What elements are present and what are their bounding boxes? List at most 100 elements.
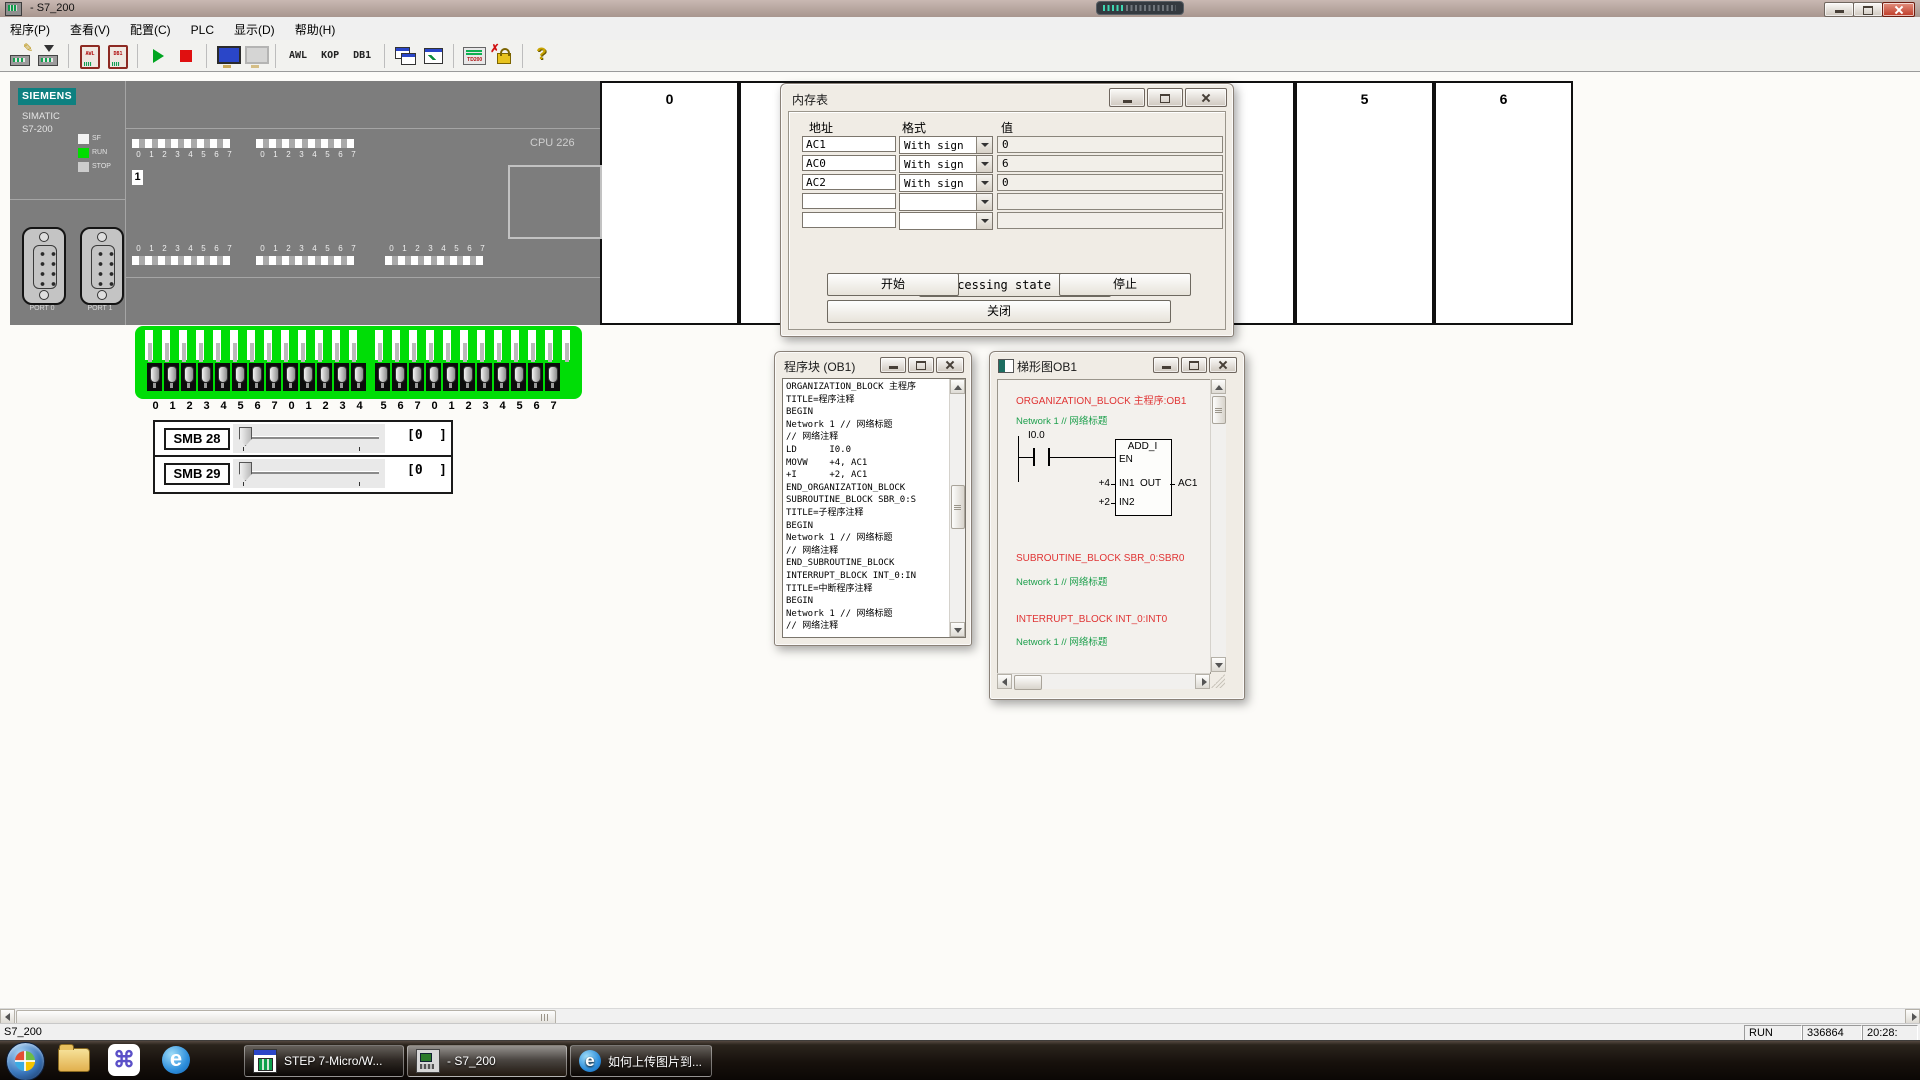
close-dialog-button[interactable]: 关闭 [827, 300, 1171, 323]
input-switch[interactable] [375, 363, 390, 391]
start-button[interactable] [6, 1042, 45, 1080]
scroll-right-icon[interactable] [1195, 674, 1210, 689]
restore-button[interactable] [908, 357, 934, 373]
format-select[interactable] [899, 212, 993, 230]
scroll-down-icon[interactable] [1211, 657, 1226, 672]
smb-slider[interactable] [233, 459, 385, 488]
address-input[interactable] [802, 155, 896, 171]
menu-item[interactable]: 显示(D) [224, 17, 285, 40]
taskbar-button-step7[interactable]: STEP 7-Micro/W... [244, 1045, 404, 1077]
scroll-up-icon[interactable] [950, 379, 965, 394]
stop-button[interactable] [173, 43, 199, 69]
address-input[interactable] [802, 212, 896, 228]
input-switch[interactable] [215, 363, 230, 391]
input-switch[interactable] [164, 363, 179, 391]
internet-explorer-icon[interactable]: e [162, 1046, 190, 1074]
scroll-thumb[interactable] [951, 485, 965, 529]
smb-slider[interactable] [233, 424, 385, 453]
input-switch[interactable] [334, 363, 349, 391]
vertical-scrollbar[interactable] [1210, 379, 1226, 672]
restore-button[interactable] [1147, 88, 1183, 107]
format-select[interactable] [899, 193, 993, 211]
unlock-button[interactable]: ✗ [489, 43, 515, 69]
slider-thumb[interactable] [239, 427, 252, 446]
program-text-area[interactable]: ORGANIZATION_BLOCK 主程序TITLE=程序注释BEGINNet… [782, 378, 966, 638]
scroll-thumb[interactable] [1014, 675, 1042, 690]
input-switch[interactable] [545, 363, 560, 391]
monitor-on-button[interactable] [214, 43, 240, 69]
input-switch[interactable] [494, 363, 509, 391]
dropdown-arrow-icon[interactable] [976, 156, 992, 172]
input-switch[interactable] [300, 363, 315, 391]
maximize-button[interactable] [1853, 2, 1883, 17]
format-select[interactable]: With sign [899, 155, 993, 173]
input-switch[interactable] [198, 363, 213, 391]
app-titlebar[interactable]: - S7_200 [0, 0, 1920, 18]
input-switch[interactable] [147, 363, 162, 391]
minimize-button[interactable] [1153, 357, 1179, 373]
vertical-scrollbar[interactable] [949, 379, 965, 637]
input-switch[interactable] [426, 363, 441, 391]
horizontal-scrollbar[interactable] [997, 673, 1210, 689]
menu-item[interactable]: 查看(V) [60, 17, 120, 40]
menu-item[interactable]: 帮助(H) [285, 17, 346, 40]
app-horizontal-scrollbar[interactable] [0, 1008, 1920, 1024]
help-button[interactable]: ? [530, 43, 556, 69]
scroll-left-icon[interactable] [997, 674, 1012, 689]
explorer-icon[interactable] [58, 1048, 90, 1072]
input-switch[interactable] [528, 363, 543, 391]
restore-button[interactable] [1181, 357, 1207, 373]
taskbar-button-s7200[interactable]: - S7_200 [407, 1045, 567, 1077]
input-switch[interactable] [181, 363, 196, 391]
input-switch[interactable] [232, 363, 247, 391]
db1-view-button[interactable]: DB1 [346, 46, 378, 65]
minimize-button[interactable] [1109, 88, 1145, 107]
load-db1-button[interactable]: DB1 [104, 43, 130, 69]
slider-thumb[interactable] [239, 462, 252, 481]
kop-view-button[interactable]: KOP [314, 46, 346, 65]
input-switch[interactable] [317, 363, 332, 391]
awl-view-button[interactable]: AWL [282, 46, 314, 65]
dropdown-arrow-icon[interactable] [976, 175, 992, 191]
edit-program-button[interactable]: ✎ [7, 43, 33, 69]
download-program-button[interactable] [35, 43, 61, 69]
format-select[interactable]: With sign [899, 136, 993, 154]
input-switch[interactable] [443, 363, 458, 391]
input-switch[interactable] [511, 363, 526, 391]
state-chart-button[interactable] [420, 43, 446, 69]
minimize-button[interactable] [1824, 2, 1854, 17]
scroll-left-icon[interactable] [0, 1009, 15, 1024]
dropdown-arrow-icon[interactable] [976, 194, 992, 210]
resize-grip[interactable] [1211, 674, 1225, 688]
run-button[interactable] [145, 43, 171, 69]
td200-button[interactable]: TD200 [461, 43, 487, 69]
scroll-down-icon[interactable] [950, 622, 965, 637]
load-awl-button[interactable]: AWL [76, 43, 102, 69]
dropdown-arrow-icon[interactable] [976, 213, 992, 229]
stop-button[interactable]: 停止 [1059, 273, 1191, 296]
input-switch[interactable] [249, 363, 264, 391]
menu-item[interactable]: 程序(P) [0, 17, 60, 40]
close-button[interactable] [1185, 88, 1227, 107]
input-switch[interactable] [409, 363, 424, 391]
app-knot-icon[interactable]: ⌘ [108, 1044, 140, 1076]
menu-item[interactable]: PLC [181, 19, 224, 42]
close-button[interactable] [1209, 357, 1237, 373]
menu-item[interactable]: 配置(C) [120, 17, 181, 40]
input-switch[interactable] [266, 363, 281, 391]
input-switch[interactable] [477, 363, 492, 391]
address-input[interactable] [802, 174, 896, 190]
ladder-canvas[interactable]: ORGANIZATION_BLOCK 主程序:OB1 Network 1 // … [997, 379, 1211, 674]
minimize-button[interactable] [880, 357, 906, 373]
address-input[interactable] [802, 193, 896, 209]
scroll-right-icon[interactable] [1905, 1009, 1920, 1024]
close-button[interactable] [1882, 2, 1915, 17]
input-switch[interactable] [460, 363, 475, 391]
scroll-thumb[interactable] [1212, 396, 1226, 424]
start-button[interactable]: 开始 [827, 273, 959, 296]
taskbar-button-browser[interactable]: e 如何上传图片到... [570, 1045, 712, 1077]
scroll-up-icon[interactable] [1211, 379, 1226, 394]
input-switch[interactable] [283, 363, 298, 391]
dropdown-arrow-icon[interactable] [976, 137, 992, 153]
input-switch[interactable] [392, 363, 407, 391]
